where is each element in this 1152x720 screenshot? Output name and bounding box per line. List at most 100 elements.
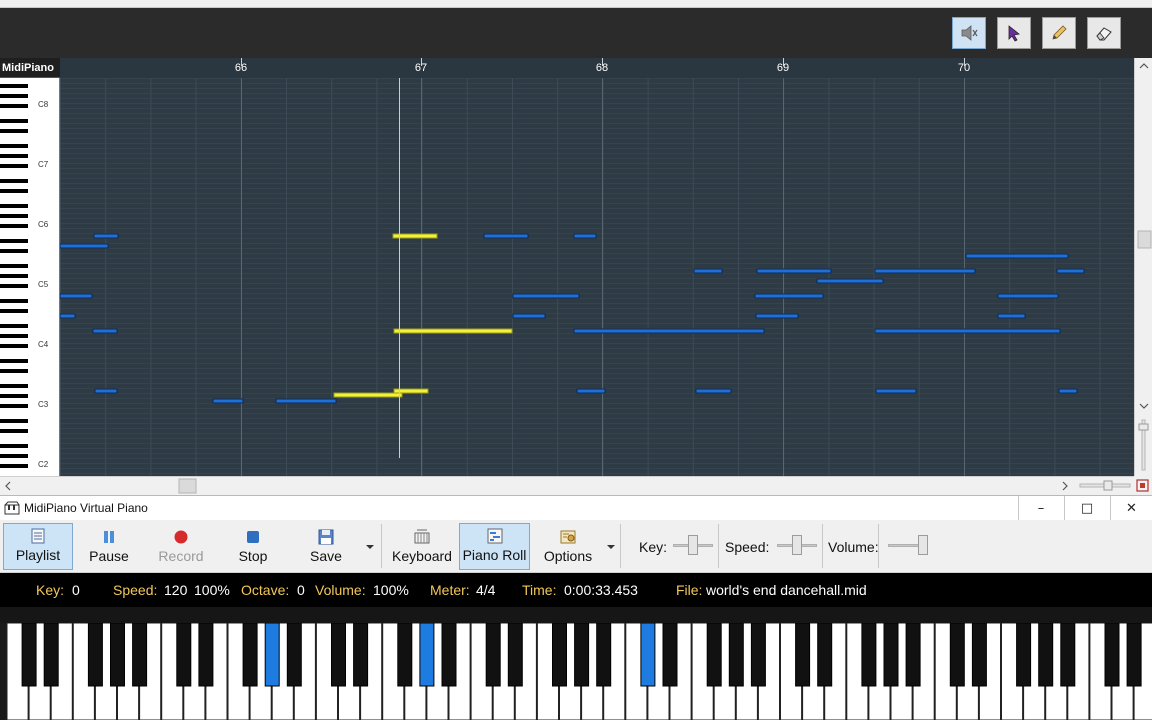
black-key[interactable] [21, 623, 37, 687]
black-key[interactable] [198, 623, 214, 687]
roll-black-key[interactable] [0, 384, 28, 388]
roll-black-key[interactable] [0, 344, 28, 348]
options-button[interactable]: Options [538, 523, 598, 570]
black-key[interactable] [353, 623, 369, 687]
black-key[interactable] [1060, 623, 1076, 687]
key-slider-thumb[interactable] [688, 535, 698, 555]
roll-black-key[interactable] [0, 324, 28, 328]
roll-black-key[interactable] [0, 309, 28, 313]
roll-black-key[interactable] [0, 274, 28, 278]
black-key[interactable] [750, 623, 766, 687]
roll-black-key[interactable] [0, 179, 28, 183]
volume-slider-thumb[interactable] [918, 535, 928, 555]
pencil-tool-button[interactable] [1042, 17, 1076, 49]
roll-black-key[interactable] [0, 214, 28, 218]
black-key[interactable] [397, 623, 413, 687]
roll-black-key[interactable] [0, 144, 28, 148]
options-dropdown-arrow-icon[interactable] [606, 544, 616, 550]
roll-black-key[interactable] [0, 334, 28, 338]
black-key[interactable] [176, 623, 192, 687]
window-titlebar[interactable]: MidiPiano Virtual Piano – □ ✕ [0, 495, 1152, 520]
black-key[interactable] [441, 623, 457, 687]
piano-roll-button[interactable]: Piano Roll [459, 523, 530, 570]
speed-slider-thumb[interactable] [792, 535, 802, 555]
roll-black-key[interactable] [0, 94, 28, 98]
eraser-tool-button[interactable] [1087, 17, 1121, 49]
virtual-keyboard-keys[interactable] [0, 623, 1152, 720]
close-button[interactable]: ✕ [1110, 496, 1152, 520]
pressed-black-key[interactable] [264, 623, 280, 687]
black-key[interactable] [110, 623, 125, 687]
roll-black-key[interactable] [0, 164, 28, 168]
black-key[interactable] [861, 623, 877, 687]
roll-black-key[interactable] [0, 204, 28, 208]
black-key[interactable] [1038, 623, 1054, 687]
roll-black-key[interactable] [0, 444, 28, 448]
keyboard-button[interactable]: Keyboard [389, 523, 455, 570]
key-slider[interactable] [673, 533, 713, 559]
note-grid[interactable] [60, 78, 1134, 476]
roll-black-key[interactable] [0, 454, 28, 458]
roll-black-key[interactable] [0, 284, 28, 288]
roll-black-key[interactable] [0, 119, 28, 123]
black-key[interactable] [574, 623, 590, 687]
roll-black-key[interactable] [0, 154, 28, 158]
black-key[interactable] [949, 623, 965, 687]
roll-black-key[interactable] [0, 84, 28, 88]
black-key[interactable] [43, 623, 59, 687]
roll-black-key[interactable] [0, 369, 28, 373]
black-key[interactable] [795, 623, 811, 687]
record-button[interactable]: Record [148, 523, 214, 570]
black-key[interactable] [242, 623, 258, 687]
stop-button[interactable]: Stop [224, 523, 282, 570]
black-key[interactable] [596, 623, 612, 687]
black-key[interactable] [87, 623, 103, 687]
roll-black-key[interactable] [0, 404, 28, 408]
black-key[interactable] [706, 623, 722, 687]
roll-black-key[interactable] [0, 464, 28, 468]
vertical-scrollbar[interactable] [1134, 58, 1152, 476]
volume-slider[interactable] [888, 533, 928, 559]
black-key[interactable] [552, 623, 567, 687]
scroll-corner[interactable] [1134, 476, 1152, 495]
virtual-keyboard[interactable] [0, 623, 1152, 720]
black-key[interactable] [286, 623, 302, 687]
black-key[interactable] [1104, 623, 1120, 687]
maximize-button[interactable]: □ [1064, 496, 1109, 520]
pressed-black-key[interactable] [419, 623, 435, 687]
select-tool-button[interactable] [997, 17, 1031, 49]
roll-black-key[interactable] [0, 249, 28, 253]
horizontal-scrollbar[interactable] [0, 476, 1134, 495]
roll-black-key[interactable] [0, 264, 28, 268]
black-key[interactable] [1126, 623, 1142, 687]
roll-black-key[interactable] [0, 129, 28, 133]
black-key[interactable] [1016, 623, 1032, 687]
black-key[interactable] [728, 623, 744, 687]
minimize-button[interactable]: – [1018, 496, 1063, 520]
black-key[interactable] [662, 623, 678, 687]
roll-black-key[interactable] [0, 104, 28, 108]
pressed-black-key[interactable] [640, 623, 656, 687]
black-key[interactable] [817, 623, 833, 687]
note-grid-canvas[interactable] [60, 78, 1134, 476]
roll-black-key[interactable] [0, 429, 28, 433]
playlist-button[interactable]: Playlist [3, 523, 73, 570]
black-key[interactable] [507, 623, 523, 687]
save-dropdown-arrow-icon[interactable] [365, 544, 375, 550]
save-button[interactable]: Save [298, 523, 354, 570]
roll-keyboard-strip[interactable]: C8 C7 C6 C5 C4 C3 C2 [0, 78, 60, 476]
roll-black-key[interactable] [0, 189, 28, 193]
measure-ruler[interactable]: 66 67 68 69 70 [60, 58, 1134, 78]
speed-slider[interactable] [777, 533, 817, 559]
black-key[interactable] [971, 623, 987, 687]
black-key[interactable] [485, 623, 501, 687]
roll-black-key[interactable] [0, 394, 28, 398]
roll-black-key[interactable] [0, 299, 28, 303]
roll-black-key[interactable] [0, 239, 28, 243]
pause-button[interactable]: Pause [79, 523, 139, 570]
black-key[interactable] [331, 623, 346, 687]
roll-black-key[interactable] [0, 224, 28, 228]
roll-black-key[interactable] [0, 359, 28, 363]
roll-black-key[interactable] [0, 419, 28, 423]
black-key[interactable] [883, 623, 899, 687]
